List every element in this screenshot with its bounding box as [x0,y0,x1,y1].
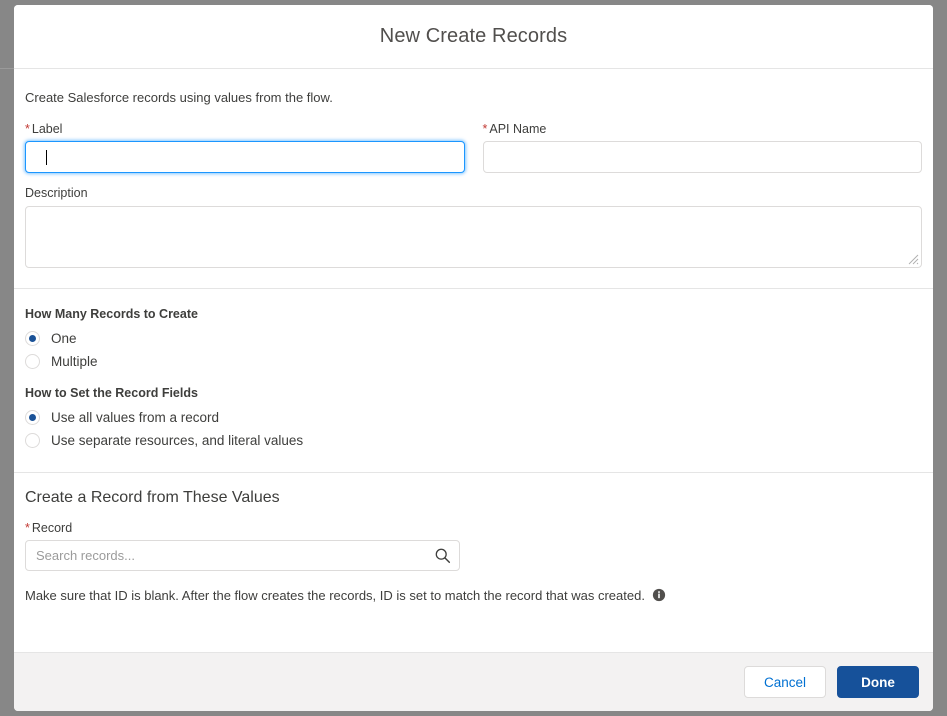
record-field-label: * Record [25,520,922,536]
description-field-label: Description [25,186,88,201]
radio-option-use-all-values[interactable]: Use all values from a record [25,406,922,429]
radio-option-one-label: One [51,330,77,346]
api-name-field-group: * API Name [482,121,923,174]
modal-footer: Cancel Done [14,652,933,711]
radio-mark-icon [25,432,40,448]
backdrop-seam [0,68,14,69]
intro-description: Create Salesforce records using values f… [25,90,333,105]
api-name-field-label-text: API Name [489,122,547,137]
radio-option-use-separate-resources[interactable]: Use separate resources, and literal valu… [25,429,922,452]
record-field-label-text: Record [31,520,73,535]
modal-header: New Create Records [14,5,933,69]
radio-mark-icon [25,353,40,369]
required-indicator: * [25,122,30,137]
label-field-group: * Label [25,121,465,174]
radio-option-use-all-values-label: Use all values from a record [51,409,220,425]
page-title: New Create Records [379,25,568,47]
new-create-records-modal: New Create Records Create Salesforce rec… [14,5,933,711]
label-input-wrap [25,141,465,174]
cancel-button[interactable]: Cancel [744,666,826,698]
api-name-input[interactable] [482,141,922,174]
description-input-wrap [25,205,922,268]
radio-option-use-separate-resources-label: Use separate resources, and literal valu… [51,432,304,448]
radio-option-multiple[interactable]: Multiple [25,350,922,373]
radio-mark-icon [25,409,40,425]
required-indicator: * [482,122,488,137]
radio-sections: How Many Records to Create One Multiple … [14,289,933,472]
info-icon[interactable] [652,588,666,602]
radio-option-one[interactable]: One [25,327,922,350]
how-to-set-fields-group: How to Set the Record Fields Use all val… [25,386,922,452]
done-button[interactable]: Done [837,666,919,698]
description-textarea[interactable] [25,205,922,268]
record-help-text: Make sure that ID is blank. After the fl… [25,587,645,603]
how-to-set-fields-legend: How to Set the Record Fields [25,385,198,400]
label-field-label: * Label [25,121,465,137]
radio-mark-icon [25,330,40,346]
label-field-label-text: Label [31,122,63,137]
record-help-row: Make sure that ID is blank. After the fl… [14,571,933,603]
how-many-records-group: How Many Records to Create One Multiple [25,307,922,373]
record-search-input[interactable] [25,539,460,571]
api-name-field-label: * API Name [483,121,923,137]
radio-option-multiple-label: Multiple [51,353,98,369]
how-many-records-legend: How Many Records to Create [25,306,198,321]
record-field-group: * Record [14,507,933,571]
record-search-wrap [25,539,460,571]
text-cursor [46,150,47,166]
description-field-group: Description [14,173,933,268]
required-indicator: * [25,520,30,535]
name-fields-row: * Label * API Name [14,107,933,174]
label-input[interactable] [25,141,465,174]
modal-body: Create Salesforce records using values f… [14,69,933,652]
record-section-heading: Create a Record from These Values [25,488,280,506]
